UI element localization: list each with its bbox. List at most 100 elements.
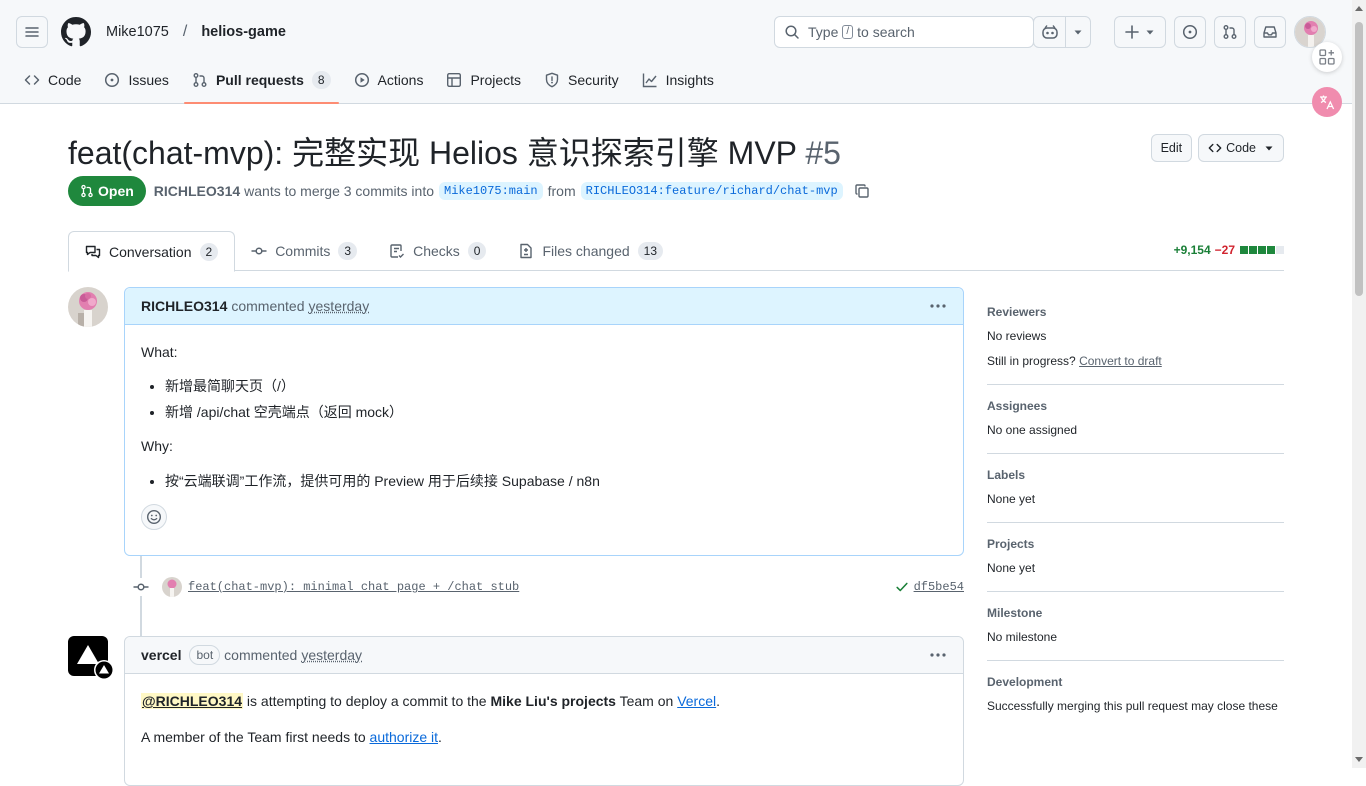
menu-button[interactable]	[16, 16, 48, 48]
play-icon	[354, 72, 369, 88]
breadcrumb-repo[interactable]: helios-game	[201, 24, 286, 40]
github-logo[interactable]	[60, 16, 92, 48]
comment-body: @RICHLEO314 is attempting to deploy a co…	[125, 674, 963, 777]
checklist-icon	[390, 244, 405, 258]
copilot-button[interactable]	[1034, 17, 1066, 47]
status-badge: Open	[68, 176, 146, 206]
tab-insights[interactable]: Insights	[634, 64, 722, 96]
code-dropdown-button[interactable]: Code	[1198, 134, 1284, 162]
tab-conversation[interactable]: Conversation 2	[68, 231, 236, 272]
extension-translate-button[interactable]	[1312, 87, 1342, 117]
pr-title-text: feat(chat-mvp): 完整实现 Helios 意识探索引擎 MVP	[68, 135, 797, 171]
head-branch[interactable]: RICHLEO314:feature/richard/chat-mvp	[580, 182, 843, 200]
diffstat: +9,154 −27	[1174, 243, 1284, 257]
projects-value: None yet	[987, 561, 1036, 575]
plus-icon	[1125, 25, 1139, 39]
milestone-title[interactable]: Milestone	[987, 606, 1284, 620]
development-title[interactable]: Development	[987, 675, 1284, 689]
scrollbar-thumb[interactable]	[1355, 22, 1363, 296]
kebab-horizontal-icon	[930, 304, 946, 308]
title-actions: Edit Code	[1150, 134, 1284, 162]
search-prefix: Type	[808, 24, 839, 40]
search-icon	[785, 25, 799, 39]
tab-code[interactable]: Code	[16, 64, 89, 96]
extension-apps-button[interactable]	[1312, 42, 1342, 72]
what-label: What:	[141, 344, 178, 360]
table-icon	[447, 73, 462, 88]
labels-title[interactable]: Labels	[987, 468, 1284, 482]
repo-nav: Code Issues Pull requests 8 Actions Proj…	[16, 64, 729, 104]
bot-badge: bot	[189, 645, 221, 665]
tab-commits[interactable]: Commits 3	[235, 231, 373, 271]
comment-author-avatar[interactable]	[68, 287, 108, 327]
list-item: 新增 /api/chat 空壳端点（返回 mock）	[165, 401, 947, 423]
authorize-link[interactable]: authorize it	[370, 729, 438, 745]
team-name: Mike Liu's projects	[490, 693, 616, 709]
diffstat-block-added	[1258, 246, 1266, 254]
breadcrumb-separator: /	[182, 23, 188, 40]
code-button-label: Code	[1226, 141, 1256, 155]
draft-row: Still in progress? Convert to draft	[987, 354, 1284, 368]
avatar-flower-icon	[162, 577, 182, 597]
tab-projects[interactable]: Projects	[438, 64, 529, 96]
scroll-up-arrow[interactable]	[1355, 6, 1363, 11]
create-new-group[interactable]	[1114, 16, 1166, 48]
pull-requests-button[interactable]	[1214, 16, 1246, 48]
comment-author[interactable]: vercel	[141, 647, 181, 663]
create-new-button[interactable]	[1115, 17, 1165, 47]
code-icon	[24, 75, 40, 85]
comment-timestamp[interactable]: yesterday	[309, 298, 370, 314]
authorize-text: A member of the Team first needs to	[141, 729, 366, 746]
tab-security[interactable]: Security	[536, 64, 627, 96]
copy-icon[interactable]	[854, 183, 870, 199]
vercel-link[interactable]: Vercel	[677, 693, 716, 709]
tab-label: Code	[48, 72, 82, 88]
merge-text: wants to merge 3 commits into	[244, 183, 434, 199]
add-reaction-button[interactable]	[141, 503, 167, 530]
search-input[interactable]: Type / to search	[774, 16, 1034, 48]
issues-button[interactable]	[1174, 16, 1206, 48]
assignees-title[interactable]: Assignees	[987, 399, 1284, 413]
diffstat-block-added	[1249, 246, 1257, 254]
user-mention[interactable]: @RICHLEO314	[141, 693, 244, 709]
in-progress-text: Still in progress?	[987, 354, 1076, 368]
tab-actions[interactable]: Actions	[346, 64, 432, 96]
pr-author-link[interactable]: RICHLEO314	[154, 183, 240, 199]
development-value: Successfully merging this pull request m…	[987, 699, 1278, 713]
inbox-button[interactable]	[1254, 16, 1286, 48]
page-scrollbar[interactable]	[1352, 0, 1366, 768]
base-branch[interactable]: Mike1075:main	[439, 182, 543, 200]
scroll-down-arrow[interactable]	[1355, 757, 1363, 762]
sidebar-projects: Projects None yet	[987, 523, 1284, 592]
convert-to-draft-link[interactable]: Convert to draft	[1079, 354, 1162, 368]
tab-label: Files changed	[542, 243, 630, 259]
commit-author-avatar[interactable]	[162, 577, 182, 597]
tab-files-changed[interactable]: Files changed 13	[502, 231, 679, 271]
comment-options-button[interactable]	[929, 298, 947, 314]
sidebar-labels: Labels None yet	[987, 454, 1284, 523]
diffstat-blocks	[1240, 246, 1284, 254]
tab-issues[interactable]: Issues	[96, 64, 176, 96]
tab-label: Projects	[470, 72, 522, 88]
commit-sha-link[interactable]: df5be54	[895, 580, 964, 594]
commit-message-link[interactable]: feat(chat-mvp): minimal chat page + /cha…	[188, 580, 519, 594]
comment-options-button[interactable]	[929, 647, 947, 663]
projects-title[interactable]: Projects	[987, 537, 1284, 551]
edit-button[interactable]: Edit	[1150, 134, 1193, 162]
reviewers-title[interactable]: Reviewers	[987, 305, 1284, 319]
vercel-avatar[interactable]	[68, 636, 114, 680]
tab-count: 13	[637, 242, 664, 260]
comment-author[interactable]: RICHLEO314	[141, 298, 227, 314]
breadcrumb-owner[interactable]: Mike1075	[106, 24, 169, 40]
comment-timestamp[interactable]: yesterday	[301, 647, 362, 663]
tab-checks[interactable]: Checks 0	[373, 231, 502, 271]
milestone-value: No milestone	[987, 630, 1058, 644]
pr-tabs: Conversation 2 Commits 3 Checks 0 Files …	[68, 231, 1284, 272]
diffstat-block-added	[1240, 246, 1248, 254]
vercel-bot-comment: vercel bot commented yesterday @RICHLEO3…	[124, 636, 964, 786]
sidebar-assignees: Assignees No one assigned	[987, 385, 1284, 454]
sidebar-development: Development Successfully merging this pu…	[987, 661, 1284, 729]
tab-pull-requests[interactable]: Pull requests 8	[183, 64, 339, 104]
comment-header: RICHLEO314 commented yesterday	[125, 288, 963, 325]
copilot-dropdown[interactable]	[1066, 17, 1090, 47]
